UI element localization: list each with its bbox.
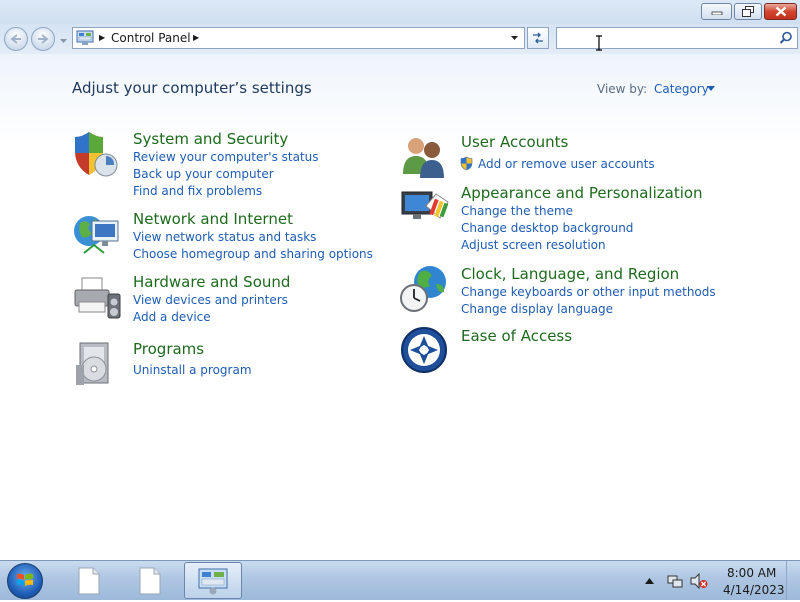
monitor-palette-icon[interactable] — [400, 184, 452, 236]
address-bar[interactable]: ▶ Control Panel ▶ — [72, 27, 525, 49]
network-globe-icon[interactable] — [72, 209, 124, 261]
printer-icon[interactable] — [72, 272, 124, 324]
category-title[interactable]: Appearance and Personalization — [461, 184, 703, 202]
control-panel-icon — [76, 30, 94, 45]
start-button[interactable] — [7, 563, 43, 599]
page-title: Adjust your computer’s settings — [72, 79, 312, 97]
uac-shield-icon — [460, 156, 473, 171]
users-icon[interactable] — [400, 132, 452, 184]
show-desktop-button[interactable] — [786, 561, 800, 600]
minimize-icon — [711, 11, 722, 15]
category-system-and-security: System and Security Review your computer… — [72, 129, 372, 199]
text-cursor-icon — [596, 35, 602, 51]
category-link[interactable]: Review your computer's status — [133, 150, 319, 164]
title-bar — [0, 0, 800, 24]
windows-logo-icon — [17, 573, 33, 586]
breadcrumb-separator-icon[interactable]: ▶ — [193, 33, 199, 42]
category-link[interactable]: Choose homegroup and sharing options — [133, 247, 373, 261]
category-title[interactable]: Programs — [133, 340, 204, 358]
category-title[interactable]: System and Security — [133, 130, 288, 148]
category-title[interactable]: Ease of Access — [461, 327, 572, 345]
breadcrumb-control-panel[interactable]: Control Panel — [111, 31, 191, 45]
category-link[interactable]: Find and fix problems — [133, 184, 262, 198]
category-title[interactable]: User Accounts — [461, 133, 568, 151]
magnifier-icon[interactable] — [779, 31, 793, 45]
category-link[interactable]: Add a device — [133, 310, 211, 324]
breadcrumb-separator-icon[interactable]: ▶ — [99, 33, 105, 42]
control-panel-icon — [198, 568, 228, 594]
restore-button[interactable] — [734, 3, 762, 20]
category-link[interactable]: Back up your computer — [133, 167, 274, 181]
back-button[interactable] — [4, 27, 28, 51]
close-icon — [775, 6, 786, 17]
category-ease-of-access: Ease of Access — [400, 326, 720, 376]
taskbar-item-document[interactable] — [62, 562, 116, 599]
category-title[interactable]: Network and Internet — [133, 210, 293, 228]
category-link[interactable]: Add or remove user accounts — [478, 157, 655, 171]
globe-clock-icon[interactable] — [400, 264, 452, 316]
taskbar-item-document[interactable] — [123, 562, 177, 599]
forward-button[interactable] — [31, 27, 55, 51]
category-link[interactable]: Change keyboards or other input methods — [461, 285, 716, 299]
document-icon — [78, 567, 100, 594]
category-programs: Programs Uninstall a program — [72, 339, 372, 389]
close-button[interactable] — [764, 3, 797, 20]
taskbar-item-control-panel[interactable] — [184, 562, 242, 599]
category-title[interactable]: Hardware and Sound — [133, 273, 290, 291]
minimize-button[interactable] — [701, 3, 732, 20]
view-by-dropdown[interactable]: Category — [654, 82, 709, 96]
category-link[interactable]: View devices and printers — [133, 293, 288, 307]
programs-box-icon[interactable] — [72, 339, 124, 391]
search-input[interactable] — [559, 29, 773, 49]
view-by-label: View by: — [597, 82, 648, 96]
taskbar: 8:00 AM 4/14/2023 — [0, 560, 800, 600]
category-link[interactable]: Adjust screen resolution — [461, 238, 606, 252]
chevron-down-icon — [510, 36, 518, 40]
volume-muted-icon[interactable] — [690, 573, 708, 589]
refresh-button[interactable] — [527, 27, 549, 49]
restore-icon — [742, 6, 754, 17]
back-arrow-icon — [10, 34, 21, 44]
category-link[interactable]: Change display language — [461, 302, 613, 316]
chevron-down-icon[interactable] — [707, 86, 715, 92]
recent-pages-dropdown[interactable] — [58, 36, 68, 46]
category-user-accounts: User Accounts Add or remove user account… — [400, 132, 700, 182]
category-link[interactable]: Uninstall a program — [133, 363, 252, 377]
category-link[interactable]: Change desktop background — [461, 221, 633, 235]
control-panel-content: Adjust your computer’s settings View by:… — [0, 54, 800, 560]
document-icon — [139, 567, 161, 594]
network-tray-icon[interactable] — [667, 573, 683, 589]
chevron-down-icon — [59, 39, 67, 43]
show-hidden-icons-button[interactable] — [645, 578, 654, 584]
category-appearance-and-personalization: Appearance and Personalization Change th… — [400, 184, 720, 254]
forward-arrow-icon — [38, 34, 49, 44]
category-link[interactable]: Change the theme — [461, 204, 573, 218]
search-box[interactable] — [556, 27, 798, 49]
refresh-icon — [533, 32, 543, 44]
category-network-and-internet: Network and Internet View network status… — [72, 209, 373, 264]
shield-icon[interactable] — [72, 129, 124, 181]
clock-date[interactable]: 4/14/2023 — [723, 583, 785, 597]
navigation-bar: ▶ Control Panel ▶ — [0, 24, 800, 54]
category-link[interactable]: View network status and tasks — [133, 230, 316, 244]
ease-of-access-icon[interactable] — [400, 326, 452, 378]
clock-time[interactable]: 8:00 AM — [727, 566, 776, 580]
address-history-dropdown[interactable] — [508, 31, 520, 45]
category-clock-language-region: Clock, Language, and Region Change keybo… — [400, 264, 720, 319]
category-hardware-and-sound: Hardware and Sound View devices and prin… — [72, 272, 372, 327]
category-title[interactable]: Clock, Language, and Region — [461, 265, 679, 283]
